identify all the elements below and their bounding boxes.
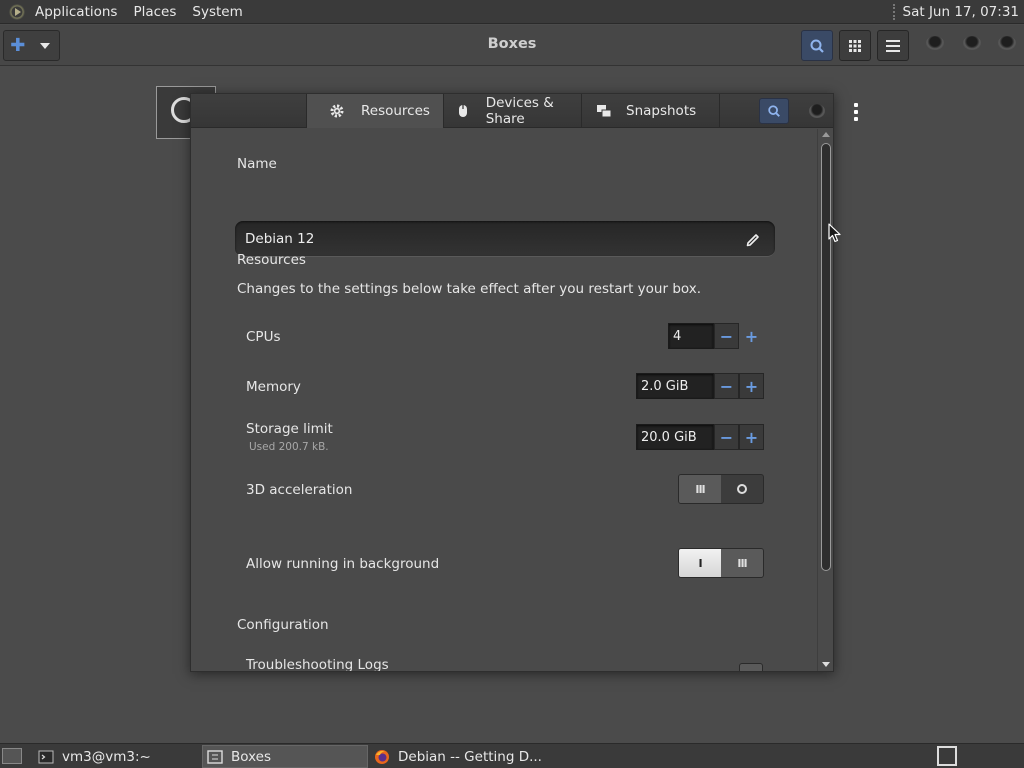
troubleshooting-logs-button[interactable]: [739, 663, 763, 671]
grid-view-button[interactable]: [839, 30, 871, 61]
workspace-switcher-icon[interactable]: [937, 746, 957, 766]
main-menu-button[interactable]: [877, 30, 909, 61]
storage-spinner[interactable]: 20.0 GiB − +: [636, 424, 764, 450]
grid-view-icon: [849, 39, 861, 52]
search-button[interactable]: [801, 30, 833, 61]
tab-label: Resources: [361, 103, 430, 119]
cpus-label: CPUs: [246, 329, 281, 345]
gear-icon: [329, 103, 345, 119]
search-icon: [810, 39, 824, 53]
show-desktop-icon[interactable]: [2, 748, 22, 764]
switch-on-mark: I: [679, 549, 721, 577]
cpus-decrease-button[interactable]: −: [714, 323, 739, 349]
dialog-header: Resources Devices & Share Snapshots: [191, 94, 833, 128]
close-dialog-icon[interactable]: [809, 104, 825, 118]
close-window-icon[interactable]: [998, 36, 1016, 50]
storage-label: Storage limit: [246, 421, 333, 437]
tab-resources[interactable]: Resources: [306, 94, 443, 128]
terminal-icon: [38, 750, 54, 763]
storage-decrease-button[interactable]: −: [714, 424, 739, 450]
task-label: Debian -- Getting D...: [398, 748, 542, 765]
configuration-section-label: Configuration: [237, 617, 329, 633]
resources-section-label: Resources: [237, 252, 306, 268]
mouse-pointer-icon: [828, 223, 841, 243]
task-label: Boxes: [231, 748, 272, 765]
search-icon: [768, 105, 780, 117]
storage-value[interactable]: 20.0 GiB: [636, 424, 714, 450]
tab-devices-share[interactable]: Devices & Share: [443, 94, 581, 128]
switch-off-mark: III: [721, 549, 763, 577]
resources-panel: Name Debian 12 Resources Changes to the …: [191, 129, 817, 672]
task-firefox[interactable]: Debian -- Getting D...: [370, 745, 542, 768]
clock[interactable]: Sat Jun 17, 07:31: [892, 3, 1024, 20]
run-in-background-label: Allow running in background: [246, 556, 440, 572]
storage-increase-button[interactable]: +: [739, 424, 764, 450]
run-in-background-switch[interactable]: I III: [678, 548, 764, 578]
cpus-value[interactable]: 4: [668, 323, 714, 349]
box-properties-dialog: Resources Devices & Share Snapshots Name…: [190, 93, 834, 672]
tab-label: Devices & Share: [485, 95, 554, 127]
scroll-down-icon[interactable]: [822, 662, 830, 667]
memory-value[interactable]: 2.0 GiB: [636, 373, 714, 399]
tab-label: Snapshots: [626, 103, 697, 119]
scroll-up-icon[interactable]: [822, 132, 830, 137]
task-label: vm3@vm3:~: [62, 748, 151, 765]
boxes-icon: [207, 749, 223, 764]
dialog-search-button[interactable]: [759, 98, 789, 124]
3d-acceleration-label: 3D acceleration: [246, 482, 353, 498]
troubleshooting-logs-label: Troubleshooting Logs: [246, 657, 389, 672]
top-panel: Applications Places System Sat Jun 17, 0…: [0, 0, 1024, 24]
firefox-icon: [375, 749, 389, 764]
memory-label: Memory: [246, 379, 301, 395]
resources-description: Changes to the settings below take effec…: [237, 281, 702, 297]
scrollbar-thumb[interactable]: [821, 143, 831, 571]
hamburger-menu-icon: [886, 39, 900, 52]
dialog-scrollbar[interactable]: [817, 129, 833, 671]
3d-acceleration-switch[interactable]: III: [678, 474, 764, 504]
switch-on-mark: III: [679, 475, 721, 503]
menu-system[interactable]: System: [184, 4, 250, 20]
distro-logo-icon[interactable]: [7, 1, 27, 22]
storage-used-text: Used 200.7 kB.: [249, 441, 329, 453]
maximize-window-icon[interactable]: [963, 36, 981, 50]
header-bar: ✚ Boxes: [0, 25, 1024, 66]
snapshots-icon: [596, 103, 612, 119]
menu-applications[interactable]: Applications: [27, 4, 125, 20]
tab-snapshots[interactable]: Snapshots: [581, 94, 720, 128]
cpus-increase-button[interactable]: +: [739, 323, 764, 349]
task-terminal[interactable]: vm3@vm3:~: [34, 745, 198, 768]
menu-places[interactable]: Places: [125, 4, 184, 20]
memory-spinner[interactable]: 2.0 GiB − +: [636, 373, 764, 399]
name-value: Debian 12: [245, 230, 315, 247]
task-boxes[interactable]: Boxes: [202, 745, 368, 768]
taskbar: vm3@vm3:~ Boxes Debian -- Getting D...: [0, 743, 1024, 768]
switch-off-mark: [721, 475, 763, 503]
memory-increase-button[interactable]: +: [739, 373, 764, 399]
mouse-icon: [456, 103, 470, 119]
minimize-window-icon[interactable]: [926, 36, 944, 50]
cpus-spinner[interactable]: 4 − +: [668, 323, 764, 349]
more-options-icon[interactable]: [852, 103, 860, 121]
memory-decrease-button[interactable]: −: [714, 373, 739, 399]
name-section-label: Name: [237, 156, 277, 172]
edit-pencil-icon[interactable]: [745, 231, 761, 247]
name-field[interactable]: Debian 12: [235, 221, 775, 257]
